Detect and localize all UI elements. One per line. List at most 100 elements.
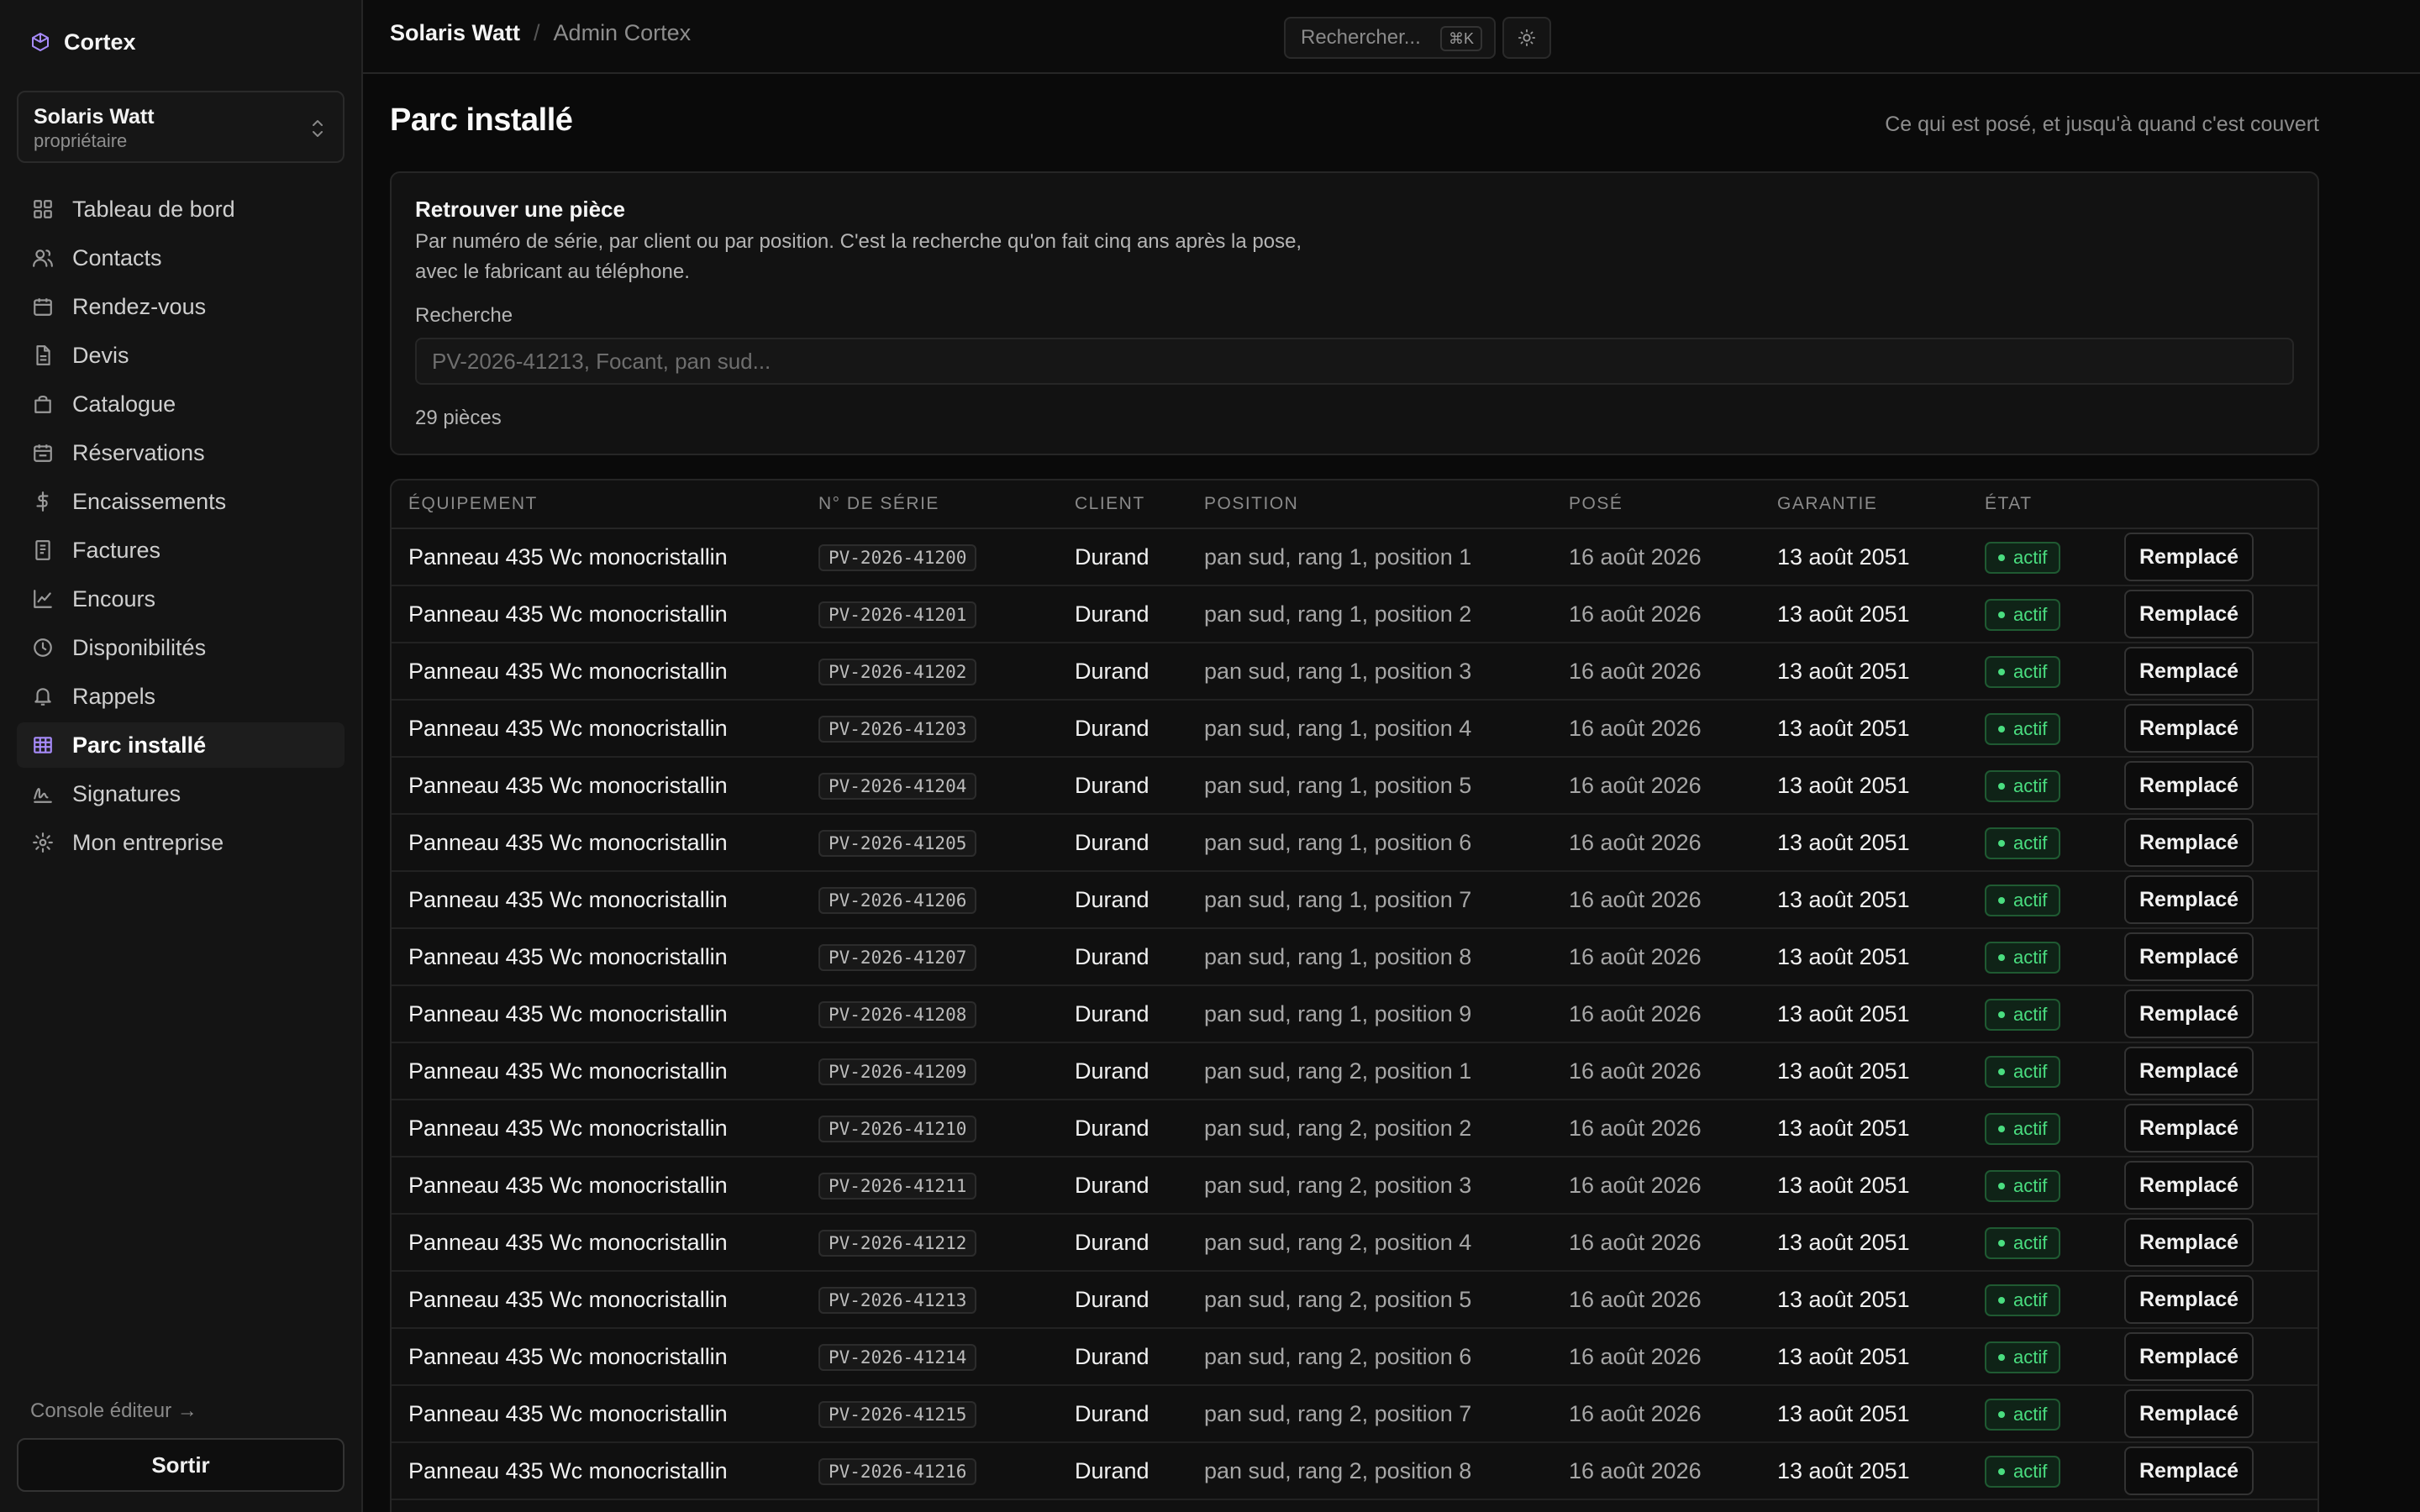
replaced-button[interactable]: Remplacé (2124, 932, 2254, 981)
table-row[interactable]: Panneau 435 Wc monocristallin PV-2026-412… (392, 1043, 2317, 1100)
cell-position: pan sud, rang 1, position 2 (1204, 601, 1472, 627)
search-input[interactable] (415, 338, 2294, 385)
cell-serial: PV-2026-41207 (818, 943, 1075, 971)
serial-chip[interactable]: PV-2026-41200 (818, 543, 977, 571)
replaced-button[interactable]: Remplacé (2124, 818, 2254, 867)
table-row[interactable]: Panneau 435 Wc monocristallin PV-2026-412… (392, 758, 2317, 815)
replaced-button[interactable]: Remplacé (2124, 1104, 2254, 1152)
table-row[interactable]: Panneau 435 Wc monocristallin PV-2026-412… (392, 643, 2317, 701)
sidebar-item-label: Réservations (72, 439, 205, 465)
cell-state: actif (1985, 1341, 2124, 1373)
sidebar-item-signatures[interactable]: Signatures (17, 771, 345, 816)
table-row[interactable]: Panneau 435 Wc monocristallin PV-2026-412… (392, 1386, 2317, 1443)
bell-icon (34, 688, 51, 706)
cell-warranty: 13 août 2051 (1777, 1000, 1910, 1026)
serial-chip[interactable]: PV-2026-41204 (818, 772, 977, 800)
serial-chip[interactable]: PV-2026-41209 (818, 1058, 977, 1085)
sidebar-item-contacts[interactable]: Contacts (17, 235, 345, 281)
replaced-button[interactable]: Remplacé (2124, 1389, 2254, 1438)
replaced-button[interactable]: Remplacé (2124, 1047, 2254, 1095)
table-row[interactable]: Panneau 435 Wc monocristallin PV-2026-412… (392, 986, 2317, 1043)
global-search-button[interactable]: Rechercher... ⌘K (1284, 17, 1496, 59)
replaced-button[interactable]: Remplacé (2124, 1332, 2254, 1381)
org-switcher[interactable]: Solaris Watt propriétaire (17, 91, 345, 163)
table-row[interactable]: Panneau 435 Wc monocristallin PV-2026-412… (392, 1272, 2317, 1329)
sidebar-item-factures[interactable]: Factures (17, 528, 345, 573)
cell-actions: Remplacé (2124, 1389, 2317, 1438)
serial-chip[interactable]: PV-2026-41202 (818, 658, 977, 685)
cell-serial: PV-2026-41211 (818, 1172, 1075, 1200)
table-row[interactable]: Panneau 435 Wc monocristallin PV-2026-412… (392, 815, 2317, 872)
replaced-button[interactable]: Remplacé (2124, 533, 2254, 581)
replaced-button[interactable]: Remplacé (2124, 590, 2254, 638)
serial-chip[interactable]: PV-2026-41208 (818, 1000, 977, 1028)
sidebar-item-mon-entreprise[interactable]: Mon entreprise (17, 820, 345, 865)
breadcrumb-parent[interactable]: Admin Cortex (554, 20, 692, 46)
table-row[interactable]: Panneau 435 Wc monocristallin PV-2026-412… (392, 586, 2317, 643)
status-dot-icon (1998, 1182, 2005, 1189)
cell-client: Durand (1075, 1343, 1150, 1369)
sidebar-item-tableau-de-bord[interactable]: Tableau de bord (17, 186, 345, 232)
sidebar-nav: Tableau de bord Contacts Rendez-vous Dev… (17, 186, 345, 869)
status-label: actif (2013, 1403, 2048, 1425)
cell-client: Durand (1075, 715, 1150, 741)
status-label: actif (2013, 1460, 2048, 1482)
sidebar-item-disponibilites[interactable]: Disponibilités (17, 625, 345, 670)
table-row[interactable]: Panneau 435 Wc monocristallin PV-2026-412… (392, 929, 2317, 986)
sidebar-item-reservations[interactable]: Réservations (17, 430, 345, 475)
cell-serial: PV-2026-41203 (818, 715, 1075, 743)
breadcrumb-current[interactable]: Solaris Watt (390, 20, 520, 46)
replaced-button[interactable]: Remplacé (2124, 1275, 2254, 1324)
table-row[interactable]: Panneau 435 Wc monocristallin PV-2026-412… (392, 1215, 2317, 1272)
brand[interactable]: Cortex (30, 25, 136, 59)
serial-chip[interactable]: PV-2026-41213 (818, 1286, 977, 1314)
brand-name: Cortex (64, 29, 136, 55)
sidebar-item-rendez-vous[interactable]: Rendez-vous (17, 284, 345, 329)
status-dot-icon (1998, 668, 2005, 675)
theme-toggle-button[interactable] (1502, 17, 1551, 59)
serial-chip[interactable]: PV-2026-41201 (818, 601, 977, 628)
serial-chip[interactable]: PV-2026-41212 (818, 1229, 977, 1257)
replaced-button[interactable]: Remplacé (2124, 1218, 2254, 1267)
replaced-button[interactable]: Remplacé (2124, 990, 2254, 1038)
sidebar-item-rappels[interactable]: Rappels (17, 674, 345, 719)
table-row[interactable]: Panneau 435 Wc monocristallin PV-2026-412… (392, 701, 2317, 758)
sidebar-item-parc-installe[interactable]: Parc installé (17, 722, 345, 768)
serial-chip[interactable]: PV-2026-41211 (818, 1172, 977, 1200)
status-badge: actif (1985, 1055, 2061, 1088)
serial-chip[interactable]: PV-2026-41205 (818, 829, 977, 857)
sidebar-item-label: Mon entreprise (72, 829, 224, 855)
cell-equipment: Panneau 435 Wc monocristallin (408, 886, 728, 912)
logout-button[interactable]: Sortir (17, 1438, 345, 1492)
serial-chip[interactable]: PV-2026-41207 (818, 943, 977, 971)
sidebar: Cortex Solaris Watt propriétaire Tableau… (0, 0, 363, 1512)
console-link[interactable]: Console éditeur → (30, 1399, 197, 1423)
replaced-button[interactable]: Remplacé (2124, 647, 2254, 696)
sidebar-item-catalogue[interactable]: Catalogue (17, 381, 345, 427)
replaced-button[interactable]: Remplacé (2124, 704, 2254, 753)
sidebar-item-encours[interactable]: Encours (17, 576, 345, 622)
table-row[interactable]: Panneau 435 Wc monocristallin PV-2026-412… (392, 1100, 2317, 1158)
table-row[interactable]: Panneau 435 Wc monocristallin PV-2026-412… (392, 1158, 2317, 1215)
serial-chip[interactable]: PV-2026-41216 (818, 1457, 977, 1485)
cell-installed: 16 août 2026 (1569, 772, 1702, 798)
table-row[interactable]: Panneau 435 Wc monocristallin PV-2026-412… (392, 529, 2317, 586)
sidebar-item-encaissements[interactable]: Encaissements (17, 479, 345, 524)
serial-chip[interactable]: PV-2026-41214 (818, 1343, 977, 1371)
serial-chip[interactable]: PV-2026-41210 (818, 1115, 977, 1142)
replaced-button[interactable]: Remplacé (2124, 1446, 2254, 1495)
serial-chip[interactable]: PV-2026-41203 (818, 715, 977, 743)
cell-installed: 16 août 2026 (1569, 829, 1702, 855)
sidebar-item-devis[interactable]: Devis (17, 333, 345, 378)
table-row[interactable]: Panneau 435 Wc monocristallin PV-2026-412… (392, 1443, 2317, 1500)
cell-position: pan sud, rang 1, position 7 (1204, 886, 1472, 912)
serial-chip[interactable]: PV-2026-41215 (818, 1400, 977, 1428)
table-row[interactable]: Panneau 435 Wc monocristallin PV-2026-412… (392, 872, 2317, 929)
table-row[interactable]: Panneau 435 Wc monocristallin PV-2026-412… (392, 1329, 2317, 1386)
page-subtitle: Ce qui est posé, et jusqu'à quand c'est … (1885, 113, 2319, 136)
serial-chip[interactable]: PV-2026-41206 (818, 886, 977, 914)
replaced-button[interactable]: Remplacé (2124, 875, 2254, 924)
replaced-button[interactable]: Remplacé (2124, 761, 2254, 810)
replaced-button[interactable]: Remplacé (2124, 1161, 2254, 1210)
cell-state: actif (1985, 655, 2124, 688)
